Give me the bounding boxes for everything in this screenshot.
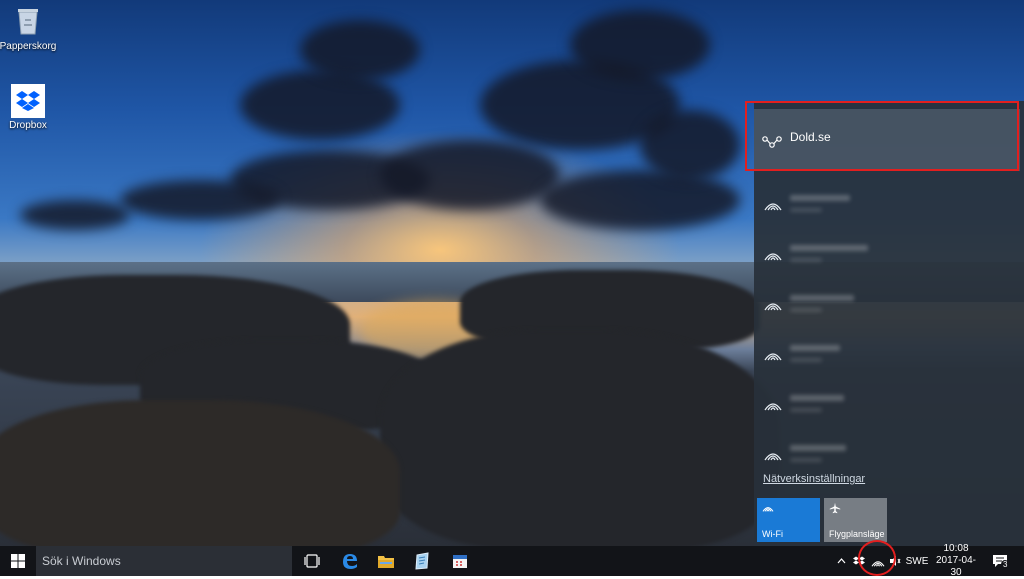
recycle-bin-icon [18,9,38,35]
network-item[interactable] [754,383,1024,431]
desktop-icon-dropbox[interactable]: Dropbox [0,84,58,131]
windows-logo-icon [11,554,25,568]
desktop-icon-label: Papperskorg [0,41,57,52]
wifi-signal-icon [764,203,782,211]
desktop-icon-recycle-bin[interactable]: Papperskorg [0,6,58,52]
airplane-mode-button[interactable]: Flygplansläge [824,498,887,542]
clock-time: 10:08 [943,543,969,554]
dropbox-icon [11,84,45,118]
network-item[interactable] [754,333,1024,381]
action-center-button[interactable]: 3 [988,546,1012,576]
wifi-signal-icon [764,253,782,261]
search-placeholder: Sök i Windows [42,554,121,568]
input-language-button[interactable]: SWE [904,546,930,576]
edge-icon[interactable] [340,551,360,571]
task-view-icon[interactable] [302,551,322,571]
wifi-toggle-label: Wi-Fi [762,529,783,539]
notepad-icon[interactable] [412,551,432,571]
desktop-icon-label: Dropbox [9,120,47,131]
clock-button[interactable]: 10:08 2017-04-30 [932,543,980,578]
wifi-signal-icon [764,353,782,361]
highlight-annotation-box [745,101,1019,171]
wifi-toggle-button[interactable]: Wi-Fi [757,498,820,542]
wifi-signal-icon [764,453,782,461]
calendar-icon[interactable] [450,551,470,571]
file-explorer-icon[interactable] [376,551,396,571]
start-button[interactable] [0,546,36,576]
network-item[interactable] [754,233,1024,281]
wifi-signal-icon [764,303,782,311]
wifi-icon [762,507,774,512]
network-item[interactable] [754,183,1024,231]
clock-date: 2017-04-30 [935,555,977,578]
network-settings-link[interactable]: Nätverksinställningar [763,473,865,485]
notification-count-badge: 3 [1001,560,1010,569]
airplane-icon [829,502,841,514]
airplane-mode-label: Flygplansläge [829,529,885,539]
search-input[interactable]: Sök i Windows [36,546,292,576]
network-item[interactable] [754,283,1024,331]
show-hidden-icons-button[interactable] [834,546,848,576]
wifi-signal-icon [764,403,782,411]
tray-highlight-circle [858,540,896,576]
chevron-up-icon [837,558,845,564]
